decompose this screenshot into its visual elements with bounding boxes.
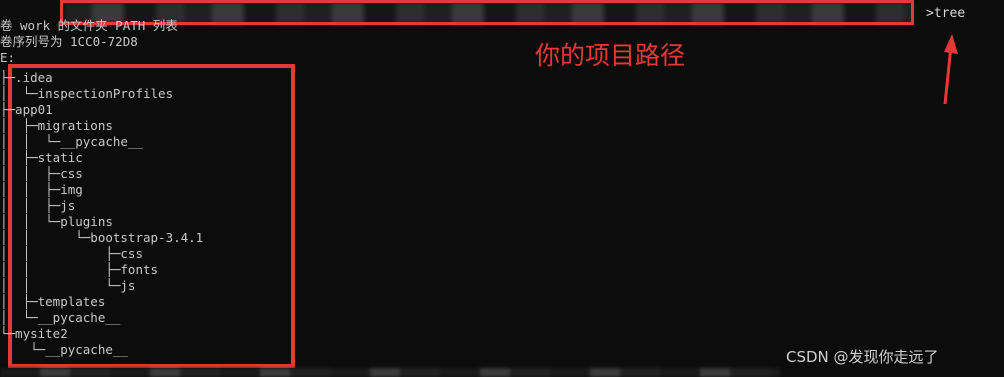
- tree-line: ├─app01: [0, 102, 53, 117]
- tree-line: │ ├─migrations: [0, 118, 113, 133]
- path-highlight-box: [60, 0, 914, 25]
- header-line-volume: 卷 work 的文件夹 PATH 列表: [0, 18, 178, 33]
- tree-line: │ ├─templates: [0, 294, 106, 309]
- terminal-window[interactable]: 卷 work 的文件夹 PATH 列表 卷序列号为 1CC0-72D8 E: >…: [0, 0, 1004, 377]
- tree-command: >tree: [926, 6, 966, 21]
- tree-line: │ │ ├─img: [0, 182, 83, 197]
- tree-line: │ ├─static: [0, 150, 83, 165]
- tree-line: └─mysite2: [0, 326, 68, 341]
- tree-line: │ │ ├─js: [0, 198, 76, 213]
- tree-line: │ │ └─__pycache__: [0, 134, 143, 149]
- tree-line: │ │ └─js: [0, 278, 136, 293]
- header-line-serial: 卷序列号为 1CC0-72D8: [0, 34, 138, 49]
- watermark: CSDN @发现你走远了: [786, 348, 939, 366]
- tree-line: ├─.idea: [0, 70, 53, 85]
- tree-line: └─__pycache__: [0, 342, 128, 357]
- arrow-icon: [943, 34, 958, 105]
- tree-line: │ │ └─plugins: [0, 214, 113, 229]
- tree-line: │ └─inspectionProfiles: [0, 86, 174, 101]
- tree-line: │ └─__pycache__: [0, 310, 121, 325]
- blurred-bottom-text: [0, 368, 780, 377]
- tree-line: │ │ ├─fonts: [0, 262, 159, 277]
- tree-line: │ │ ├─css: [0, 246, 143, 261]
- annotation-label: 你的项目路径: [535, 41, 686, 70]
- tree-line: │ │ └─bootstrap-3.4.1: [0, 230, 204, 245]
- tree-line: │ │ ├─css: [0, 166, 83, 181]
